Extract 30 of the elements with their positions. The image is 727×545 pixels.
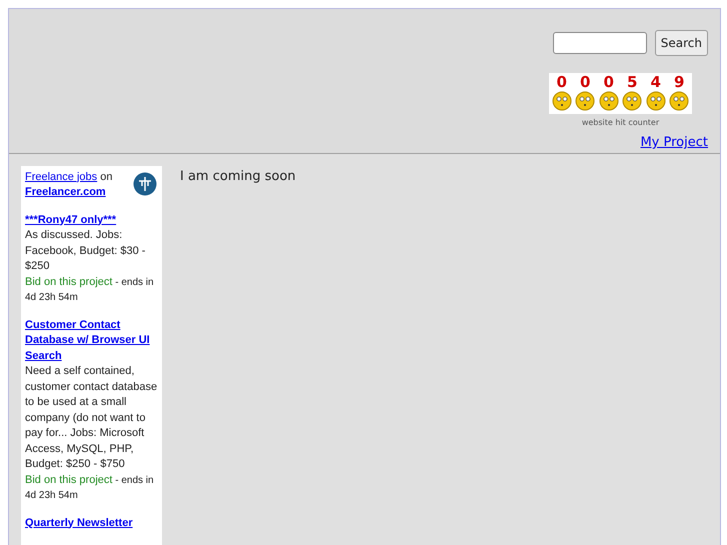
bid-deadline-text: Bid on this project - ends in 4d 23h 54m xyxy=(25,472,155,503)
smiley-face-icon xyxy=(552,91,572,111)
on-text: on xyxy=(100,170,112,182)
project-description: Need a self contained, customer contact database to be used at a small company (do not want to pay for... Jobs: Microsoft Access, MySQL, PHP, Budget: $250 - $750 xyxy=(25,364,158,472)
bid-link[interactable]: Bid on this project xyxy=(25,474,112,486)
project-title-link[interactable]: ***Rony47 only*** xyxy=(25,212,158,228)
counter-digit: 4 xyxy=(650,73,661,91)
counter-digit: 9 xyxy=(674,73,684,91)
counter-digit: 5 xyxy=(627,73,638,91)
freelancer-link[interactable]: Freelancer.com xyxy=(25,186,106,198)
smiley-face-icon xyxy=(669,91,690,111)
bid-deadline-text: Bid on this project - ends in 4d 23h 54m xyxy=(25,274,155,305)
smiley-face-icon xyxy=(575,91,596,111)
smiley-face-icon xyxy=(598,91,619,111)
search-button[interactable]: Search xyxy=(654,30,708,56)
counter-digit: 0 xyxy=(580,73,590,91)
freelance-jobs-link[interactable]: Freelance jobs xyxy=(25,170,98,182)
counter-caption: website hit counter xyxy=(582,117,660,129)
project-description: As discussed. Jobs: Facebook, Budget: $30 - $250 xyxy=(25,228,146,274)
counter-digit: 0 xyxy=(556,73,567,91)
smiley-face-icon xyxy=(646,91,666,111)
person-badge-icon xyxy=(133,172,157,196)
search-field[interactable] xyxy=(552,32,647,54)
project-title-link[interactable]: Quarterly Newsletter xyxy=(25,516,158,531)
project-title-link[interactable]: Customer Contact Database w/ Browser UI Search xyxy=(25,318,158,364)
counter-digit: 0 xyxy=(604,73,614,91)
smiley-face-icon xyxy=(622,91,642,111)
bid-link[interactable]: Bid on this project xyxy=(25,276,112,288)
my-project-link[interactable]: My Project xyxy=(640,133,708,152)
coming-soon-text: I am coming soon xyxy=(180,168,296,186)
